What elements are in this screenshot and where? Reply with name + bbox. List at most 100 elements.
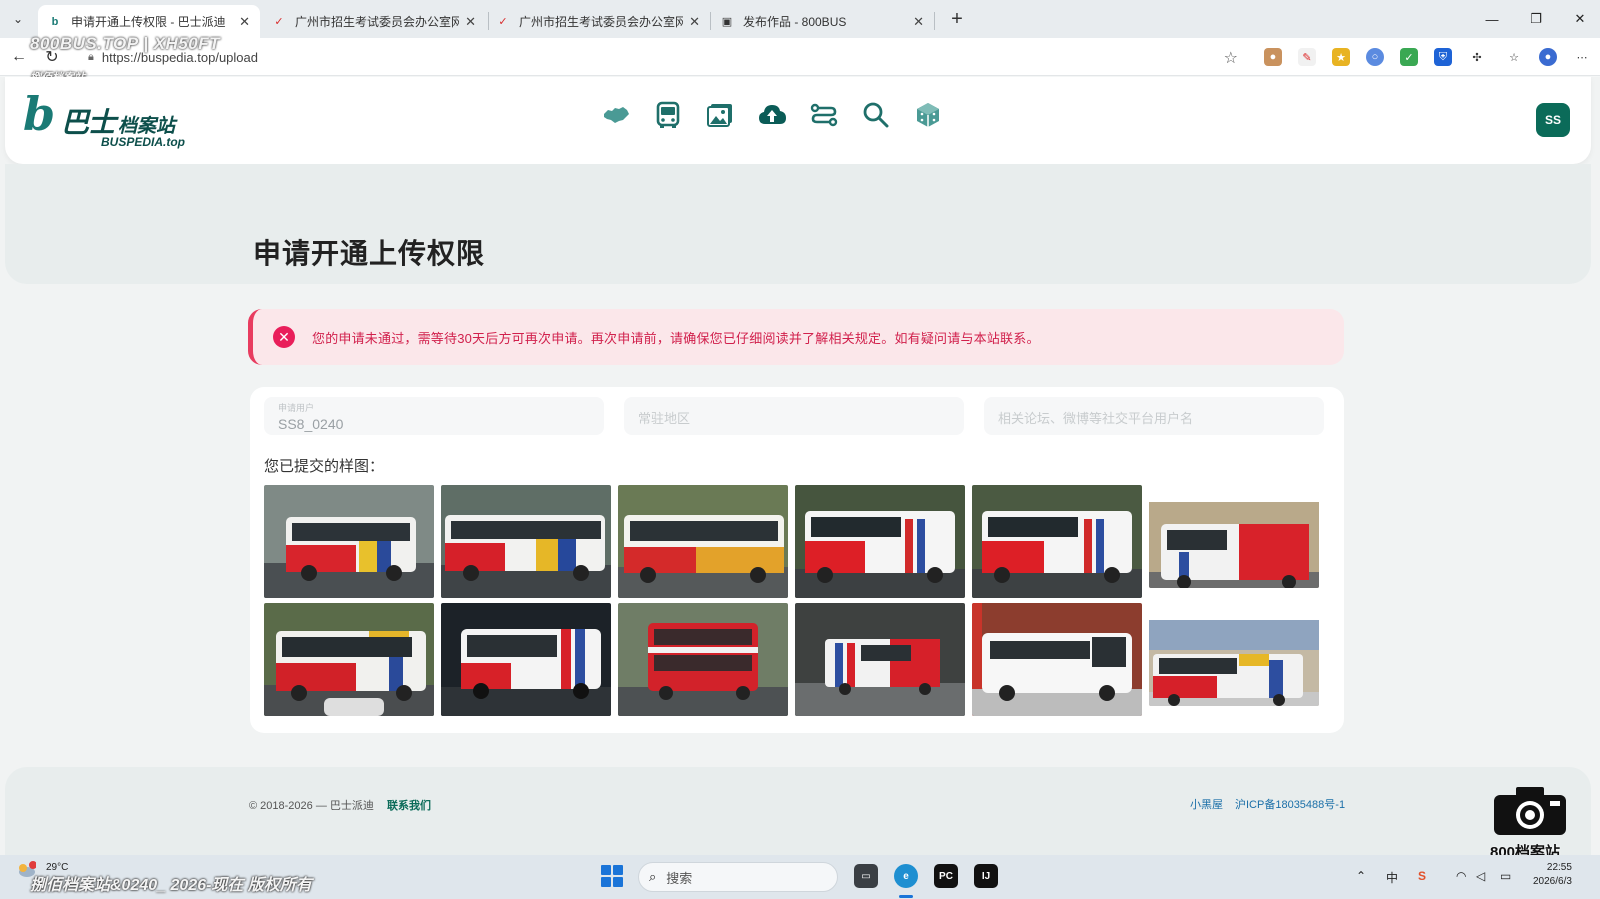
speaker-icon[interactable]: ◁	[1476, 869, 1485, 883]
shield-extension-icon[interactable]: ✓	[1400, 48, 1418, 66]
application-card: 申请用户 SS8_0240 常驻地区 相关论坛、微博等社交平台用户名 您已提交的…	[250, 387, 1344, 733]
tab-4[interactable]: ▣ 发布作品 - 800BUS ✕	[710, 5, 934, 38]
sample-photo[interactable]	[618, 603, 788, 716]
error-x-icon: ✕	[273, 326, 295, 348]
extension-icon[interactable]: ✎	[1298, 48, 1316, 66]
site-header: b 巴士 档案站 BUSPEDIA.top SS	[5, 77, 1591, 164]
ime-indicator[interactable]: 中	[1386, 869, 1398, 886]
watermark-top: 800BUS.TOP | XH50FT	[30, 34, 220, 53]
social-username-field[interactable]: 相关论坛、微博等社交平台用户名	[984, 397, 1324, 435]
restore-icon[interactable]: ❐	[1516, 6, 1556, 32]
tab-label: 发布作品 - 800BUS	[743, 15, 847, 29]
system-clock[interactable]: 22:55 2026/6/3	[1533, 861, 1572, 889]
upload-cloud-icon[interactable]	[757, 99, 787, 131]
windows-start-icon[interactable]	[601, 865, 623, 887]
field-label: 申请用户	[278, 403, 315, 413]
extension-icon[interactable]: ●	[1264, 48, 1282, 66]
site-footer	[5, 767, 1591, 855]
close-tab-icon[interactable]: ✕	[913, 14, 924, 30]
logo-subtext: BUSPEDIA.top	[101, 135, 185, 149]
task-view-icon[interactable]: ▭	[854, 864, 878, 888]
close-tab-icon[interactable]: ✕	[239, 14, 250, 30]
clock-time: 22:55	[1546, 862, 1572, 873]
field-placeholder: 相关论坛、微博等社交平台用户名	[998, 411, 1194, 426]
clock-date: 2026/6/3	[1533, 876, 1572, 887]
hero-banner	[5, 164, 1591, 284]
new-tab-plus-icon[interactable]: +	[944, 6, 970, 32]
sample-photo[interactable]	[1149, 493, 1319, 588]
field-value: SS8_0240	[278, 416, 344, 432]
sogou-ime-icon[interactable]: S	[1418, 869, 1426, 883]
web-page: b 巴士 档案站 BUSPEDIA.top SS 申请开通上传权限 ✕ 您的申请…	[0, 77, 1600, 855]
site-logo[interactable]: b 巴士 档案站 BUSPEDIA.top	[23, 91, 193, 151]
sample-photo[interactable]	[441, 485, 611, 598]
sample-photo[interactable]	[441, 603, 611, 716]
extension-icon[interactable]: ○	[1366, 48, 1384, 66]
windows-taskbar: 29°C 捌佰档案站&0240_ 2026-现在 版权所有 ⌕ 搜索 ▭ e P…	[0, 855, 1600, 899]
footer-link-blackroom[interactable]: 小黑屋	[1190, 796, 1223, 812]
watermark-bottom: 捌佰档案站&0240_ 2026-现在 版权所有	[30, 877, 312, 894]
camera-watermark-icon	[1490, 783, 1570, 839]
sample-photo[interactable]	[264, 485, 434, 598]
sample-photo[interactable]	[1149, 611, 1319, 706]
logo-text-2: 档案站	[118, 116, 176, 137]
map-icon[interactable]	[601, 99, 631, 131]
bus-favicon-icon: ▣	[721, 16, 733, 28]
browser-tab-bar: ⌄ b 申请开通上传权限 - 巴士派迪 ✕ ✓ 广州市招生考试委员会办公室网站 …	[0, 0, 1600, 38]
tab-label: 广州市招生考试委员会办公室网站	[519, 15, 684, 29]
taskbar-search[interactable]: ⌕ 搜索	[638, 862, 838, 892]
tab-divider	[934, 12, 935, 30]
pycharm-icon[interactable]: PC	[934, 864, 958, 888]
sample-photo[interactable]	[795, 603, 965, 716]
bus-icon[interactable]	[653, 99, 683, 131]
edge-browser-icon[interactable]: e	[894, 864, 918, 888]
extension-icon[interactable]: ★	[1332, 48, 1350, 66]
browser-address-bar: ← ↻ 🔒︎ https://buspedia.top/upload ☆ ● ✎…	[0, 38, 1600, 76]
sample-photo[interactable]	[618, 485, 788, 598]
sample-photo[interactable]	[795, 485, 965, 598]
gallery-icon[interactable]	[705, 99, 735, 131]
wifi-icon[interactable]: ◠	[1456, 869, 1466, 883]
back-arrow-icon[interactable]: ←	[8, 46, 30, 68]
logo-mark-icon: b	[23, 87, 56, 141]
tab-2[interactable]: ✓ 广州市招生考试委员会办公室网站 ✕	[262, 5, 486, 38]
close-tab-icon[interactable]: ✕	[465, 14, 476, 30]
tab-3[interactable]: ✓ 广州市招生考试委员会办公室网站 ✕	[486, 5, 710, 38]
active-app-indicator	[899, 895, 913, 898]
footer-copyright: © 2018-2026 — 巴士派迪	[249, 800, 374, 812]
battery-icon[interactable]: ▭	[1500, 869, 1511, 883]
tab-list-chevron-icon[interactable]: ⌄	[6, 7, 30, 31]
sample-photo[interactable]	[972, 603, 1142, 716]
close-window-icon[interactable]: ✕	[1560, 6, 1600, 32]
error-alert: ✕ 您的申请未通过，需等待30天后方可再次申请。再次申请前，请确保您已仔细阅读并…	[248, 309, 1344, 365]
search-icon: ⌕	[649, 869, 657, 884]
more-menu-icon[interactable]: ⋯	[1573, 48, 1591, 66]
url-field[interactable]: 🔒︎ https://buspedia.top/upload ☆	[74, 43, 1250, 71]
applicant-user-field[interactable]: 申请用户 SS8_0240	[264, 397, 604, 435]
route-icon[interactable]	[809, 99, 839, 131]
close-tab-icon[interactable]: ✕	[689, 14, 700, 30]
site-favicon-icon: ✓	[274, 16, 284, 28]
contact-link[interactable]: 联系我们	[387, 797, 431, 813]
field-placeholder: 常驻地区	[638, 411, 691, 426]
minimize-icon[interactable]: —	[1472, 6, 1512, 32]
search-icon[interactable]	[861, 99, 891, 131]
main-nav	[601, 99, 943, 131]
tab-label: 申请开通上传权限 - 巴士派迪	[71, 15, 226, 29]
favorite-star-icon[interactable]: ☆	[1224, 48, 1238, 68]
cube-icon[interactable]	[913, 99, 943, 131]
tab-label: 广州市招生考试委员会办公室网站	[295, 15, 460, 29]
intellij-icon[interactable]: IJ	[974, 864, 998, 888]
sample-photo[interactable]	[264, 603, 434, 716]
extensions-puzzle-icon[interactable]: ✣	[1468, 48, 1486, 66]
favorites-icon[interactable]: ☆	[1505, 48, 1523, 66]
sample-photo[interactable]	[972, 485, 1142, 598]
site-favicon-icon: ✓	[498, 16, 508, 28]
tray-chevron-icon[interactable]: ⌃	[1356, 869, 1366, 883]
region-field[interactable]: 常驻地区	[624, 397, 964, 435]
profile-avatar-icon[interactable]: ●	[1539, 48, 1557, 66]
user-avatar[interactable]: SS	[1536, 103, 1570, 137]
page-title: 申请开通上传权限	[253, 238, 486, 269]
icp-link[interactable]: 沪ICP备18035488号-1	[1235, 796, 1345, 812]
shield-extension-icon[interactable]: ⛨	[1434, 48, 1452, 66]
